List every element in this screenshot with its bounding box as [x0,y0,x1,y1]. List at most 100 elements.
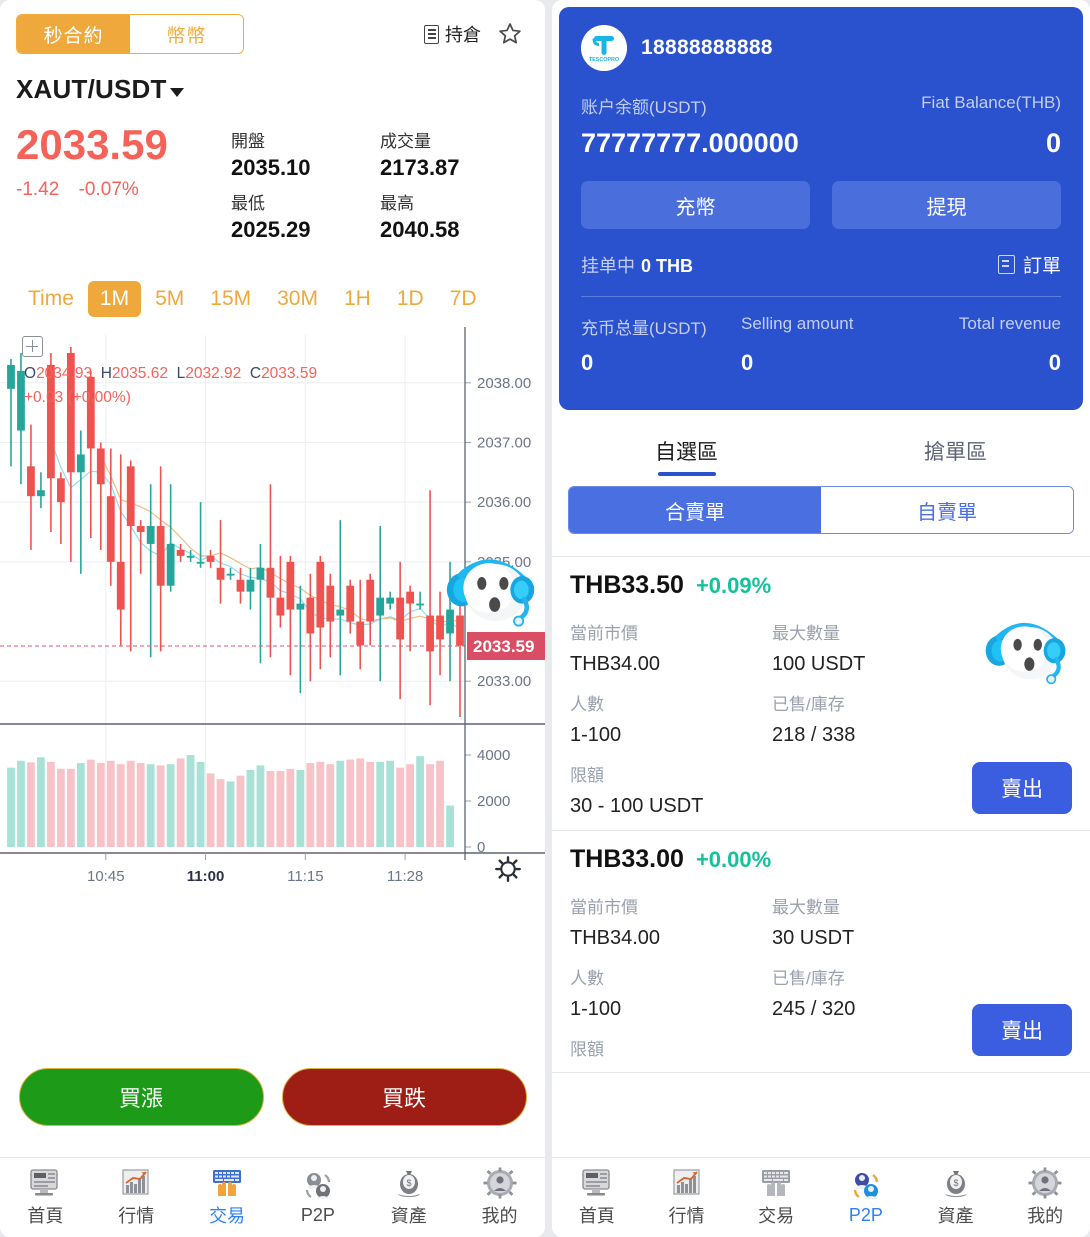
nav-profile[interactable]: 我的 [1000,1167,1090,1228]
order-price: THB33.50 [570,571,684,599]
nav-trade-label: 交易 [209,1206,246,1226]
p2p-people-icon [853,1172,879,1199]
stat-open-value: 2035.10 [231,155,311,180]
sell-button[interactable]: 賣出 [972,1004,1072,1056]
brand-name: TESCOPRO [589,57,619,63]
ohlc-low-value: 2032.92 [185,365,242,382]
svg-text:2038.00: 2038.00 [477,375,531,392]
total-revenue-label: Total revenue [958,314,1061,333]
p2p-tabs[interactable]: 自選區 搶單區 [552,422,1090,476]
favorite-star-icon[interactable] [497,21,523,47]
trading-panel: 秒合約 幣幣 持倉 XAUT/USDT 2033.59 -1.42 -0.07%… [0,0,545,1237]
order-card[interactable]: THB33.00 +0.00% 當前市價 最大數量 THB34.00 30 US… [552,831,1090,1073]
timeframe-7d[interactable]: 7D [438,281,489,317]
order-head: THB33.50 +0.09% [570,571,1072,600]
stat-low: 最低 2025.29 [231,189,380,243]
market-price-label: 當前市價 [570,898,638,917]
stat-volume-label: 成交量 [380,132,431,151]
nav-p2p[interactable]: P2P [272,1170,363,1226]
chart-settings-gear-icon[interactable] [493,854,523,884]
avatar[interactable]: TESCOPRO [581,25,627,71]
deposit-total-value: 0 [581,350,594,375]
ohlc-close-key: C [249,365,262,382]
nav-home[interactable]: 首頁 [552,1167,642,1228]
segment-seconds-contract[interactable]: 秒合約 [17,15,130,53]
home-monitor-icon [582,1169,610,1196]
order-head: THB33.00 +0.00% [570,845,1072,874]
nav-assets[interactable]: $ 資產 [911,1167,1001,1228]
sell-button[interactable]: 賣出 [972,762,1072,814]
market-chart-icon [122,1169,149,1195]
nav-profile-label: 我的 [481,1206,518,1226]
add-indicator-icon[interactable] [22,336,43,357]
svg-text:11:00: 11:00 [187,868,225,885]
market-chart-icon [672,1169,700,1195]
ohlc-high-value: 2035.62 [111,365,168,382]
support-mascot-icon[interactable] [445,542,537,634]
nav-market[interactable]: 行情 [91,1167,182,1228]
bottom-nav-right[interactable]: 首頁 行情 交易 P2P $ 資產 我的 [552,1157,1090,1237]
nav-home[interactable]: 首頁 [0,1167,91,1228]
limit-label: 限額 [570,766,604,785]
timeframe-1h[interactable]: 1H [332,281,383,317]
pending-amount: 挂单中 0 THB [581,252,693,278]
svg-text:11:28: 11:28 [387,868,423,885]
timeframe-1m[interactable]: 1M [87,281,142,317]
support-mascot-icon [985,622,1066,685]
nav-trade[interactable]: 交易 [182,1167,273,1228]
sold-stock-label: 已售/庫存 [772,695,845,714]
nav-market-label: 行情 [668,1206,705,1226]
nav-assets[interactable]: $ 資產 [363,1167,454,1228]
timeframe-selector[interactable]: Time 1M 5M 15M 30M 1H 1D 7D [0,281,545,317]
nav-p2p[interactable]: P2P [821,1170,911,1226]
balance-labels: 账户余额(USDT) Fiat Balance(THB) [581,93,1061,118]
order-price: THB33.00 [570,845,684,873]
svg-text:2033.00: 2033.00 [477,673,531,690]
buy-down-button[interactable]: 買跌 [281,1068,527,1126]
timeframe-time[interactable]: Time [16,281,86,317]
svg-text:2037.00: 2037.00 [477,434,531,451]
market-type-segmented[interactable]: 秒合約 幣幣 [16,14,244,54]
holdings-button[interactable]: 持倉 [424,21,481,47]
bottom-nav-left[interactable]: 首頁 行情 交易 P2P $ 資產 我的 [0,1157,545,1237]
nav-market-label: 行情 [118,1206,155,1226]
header-top-row: 秒合約 幣幣 持倉 [16,14,529,54]
balance-values: 77777777.000000 0 [581,128,1061,159]
p2p-panel: TESCOPRO 18888888888 账户余额(USDT) Fiat Bal… [552,0,1090,1237]
market-price-value: THB34.00 [570,653,661,675]
orders-button[interactable]: 訂單 [997,251,1061,278]
deposit-button[interactable]: 充幣 [581,181,810,229]
nav-trade[interactable]: 交易 [731,1167,821,1228]
pending-value: 0 THB [641,255,694,276]
svg-text:2036.00: 2036.00 [477,494,531,511]
segment-spot[interactable]: 幣幣 [130,15,243,53]
document-icon [424,24,439,44]
tab-self-select[interactable]: 自選區 [552,422,821,476]
nav-profile[interactable]: 我的 [454,1167,545,1228]
timeframe-30m[interactable]: 30M [265,281,330,317]
fiat-balance-label: Fiat Balance(THB) [921,93,1061,112]
tab-grab-order[interactable]: 搶單區 [821,422,1090,476]
last-price-block: 2033.59 -1.42 -0.07% [16,122,231,201]
timeframe-15m[interactable]: 15M [198,281,263,317]
order-type-segmented[interactable]: 合賣單 自賣單 [568,486,1074,534]
pair-selector[interactable]: XAUT/USDT [16,74,529,105]
trade-actions: 買漲 買跌 [0,1068,545,1126]
price-chart[interactable]: 2038.00 2037.00 2036.00 2035.00 2033.00 4000 2… [0,327,545,892]
buy-up-button[interactable]: 買漲 [18,1068,264,1126]
timeframe-5m[interactable]: 5M [143,281,196,317]
people-label: 人數 [570,969,604,988]
nav-market[interactable]: 行情 [642,1167,732,1228]
stat-volume: 成交量 2173.87 [380,127,529,181]
segment-self-sell[interactable]: 自賣單 [821,487,1073,533]
segment-joint-sell[interactable]: 合賣單 [569,487,821,533]
withdraw-button[interactable]: 提現 [832,181,1061,229]
market-stats: 2033.59 -1.42 -0.07% 開盤 2035.10 成交量 2173… [16,122,529,243]
assets-moneybag-icon: $ [397,1171,420,1197]
ohlc-open-key: O [24,365,37,382]
nav-home-label: 首頁 [578,1206,615,1226]
sold-stock-label: 已售/庫存 [772,969,845,988]
timeframe-1d[interactable]: 1D [385,281,436,317]
stat-grid: 開盤 2035.10 成交量 2173.87 最低 2025.29 最高 204… [231,123,529,243]
order-card[interactable]: THB33.50 +0.09% 當前市價 最大數量 THB34.00 100 U… [552,557,1090,831]
